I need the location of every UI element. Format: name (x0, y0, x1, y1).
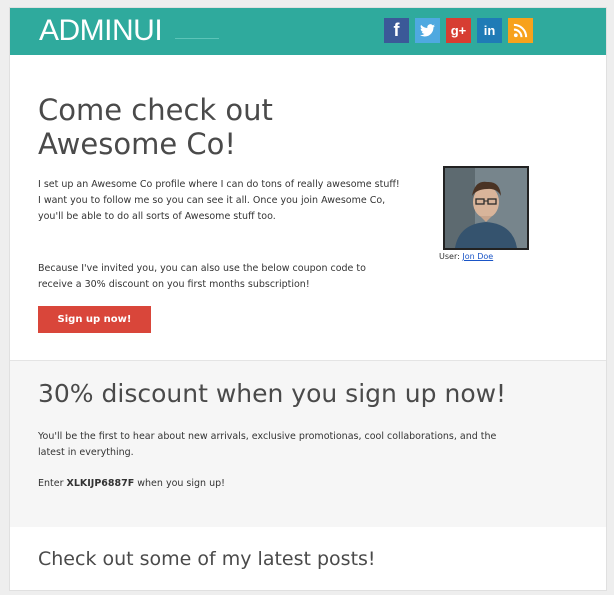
rss-glyph (513, 23, 528, 38)
discount-paragraph: You'll be the first to hear about new ar… (38, 431, 497, 458)
rss-icon[interactable] (508, 18, 533, 43)
user-line: User: Jon Doe (439, 252, 493, 261)
avatar-portrait (445, 168, 527, 248)
logo-underline (175, 38, 219, 39)
discount-section: 30% discount when you sign up now! You'l… (10, 360, 606, 528)
coupon-line: Enter XLKIJP6887F when you sign up! (38, 476, 400, 492)
logo: ADMINUI (39, 14, 163, 47)
email-frame: ADMINUI f g+ in Come check out Awesome C… (9, 7, 607, 591)
coupon-suffix: when you sign up! (137, 478, 225, 489)
user-link[interactable]: Jon Doe (462, 252, 493, 261)
sign-up-button[interactable]: Sign up now! (38, 306, 151, 333)
posts-title: Check out some of my latest posts! (38, 548, 376, 570)
header-bar: ADMINUI f g+ in (10, 8, 606, 55)
invite-section: Come check out Awesome Co! I set up an A… (10, 55, 606, 360)
linkedin-icon[interactable]: in (477, 18, 502, 43)
twitter-bird-glyph (420, 24, 435, 37)
invite-paragraph-1: I set up an Awesome Co profile where I c… (38, 179, 400, 222)
google-plus-icon[interactable]: g+ (446, 18, 471, 43)
facebook-icon[interactable]: f (384, 18, 409, 43)
invite-paragraph-2: Because I've invited you, you can also u… (38, 263, 366, 290)
coupon-prefix: Enter (38, 478, 64, 489)
avatar (443, 166, 529, 250)
social-links: f g+ in (384, 18, 533, 43)
posts-section: Check out some of my latest posts! (10, 527, 606, 590)
twitter-icon[interactable] (415, 18, 440, 43)
invite-title: Come check out Awesome Co! (38, 93, 273, 161)
discount-title: 30% discount when you sign up now! (38, 379, 507, 408)
user-label: User: (439, 252, 460, 261)
coupon-code: XLKIJP6887F (66, 478, 135, 489)
